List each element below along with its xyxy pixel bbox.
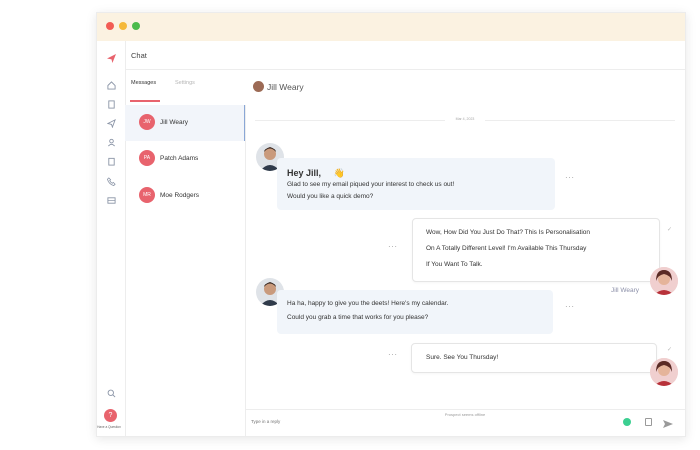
tab-settings[interactable]: Settings [175,80,195,86]
date-divider [485,120,675,121]
tab-messages[interactable]: Messages [131,80,156,86]
app-window: ? Have a Question Chat Messages Settings… [96,12,686,437]
page-header: Chat [125,41,685,70]
attachment-icon[interactable] [645,418,652,426]
message-line: Glad to see my email piqued your interes… [287,181,455,188]
message-line: Sure. See You Thursday! [426,354,499,361]
user-icon[interactable] [104,135,118,149]
maximize-window-button[interactable] [132,22,140,30]
page-title: Chat [131,51,147,60]
chat-contact-name: Jill Weary [267,82,304,92]
message-line: If You Want To Talk. [426,261,483,268]
message-options-button[interactable]: ··· [565,173,575,182]
message-bubble-outgoing: Wow, How Did You Just Do That? This Is P… [412,218,660,282]
contact-avatar [650,267,678,295]
ask-question-label: Have a Question [97,425,121,429]
phone-icon[interactable] [104,174,118,188]
avatar: PA [139,150,155,166]
contact-name: Patch Adams [160,155,199,162]
message-line: Ha ha, happy to give you the deets! Here… [287,300,449,307]
home-icon[interactable] [104,78,118,92]
message-bubble-incoming: Ha ha, happy to give you the deets! Here… [277,290,553,334]
contact-item-patch-adams[interactable]: PA Patch Adams [125,141,244,177]
tab-bar: Messages Settings [125,70,245,105]
message-line: Would you like a quick demo? [287,193,374,200]
read-check-icon: ✓ [667,347,673,353]
message-options-button[interactable]: ··· [388,242,398,251]
online-status-icon [623,418,631,426]
contact-item-jill-weary[interactable]: JW Jill Weary [125,105,245,141]
contact-name: Jill Weary [160,119,189,126]
window-titlebar [97,13,685,41]
message-line: Wow, How Did You Just Do That? This Is P… [426,229,591,236]
inbox-icon[interactable] [104,193,118,207]
chat-panel: Jill Weary Mar 4, 2023 Hey Jill, 👋 Glad … [245,70,685,436]
contact-name: Moe Rodgers [160,192,200,199]
message-options-button[interactable]: ··· [565,302,575,311]
read-check-icon: ✓ [667,227,673,233]
chat-header: Jill Weary [245,70,685,98]
waving-hand-icon: 👋 [333,168,345,178]
document-icon[interactable] [104,97,118,111]
message-options-button[interactable]: ··· [388,350,398,359]
message-line: On A Totally Different Level! I'm Availa… [426,245,587,252]
date-divider [255,120,445,121]
message-greeting: Hey Jill, [287,168,322,178]
active-tab-indicator [130,100,160,102]
message-composer [245,409,685,436]
contact-item-moe-rodgers[interactable]: MR Moe Rodgers [125,178,244,214]
search-icon[interactable] [104,386,118,400]
message-sender-name: Jill Weary [611,287,640,294]
message-bubble-incoming: Hey Jill, 👋 Glad to see my email piqued … [277,158,555,210]
contact-list: JW Jill Weary PA Patch Adams MR Moe Rodg… [125,105,246,436]
send-icon[interactable] [104,116,118,130]
reply-input[interactable] [249,418,503,425]
date-label: Mar 4, 2023 [445,117,485,121]
avatar: JW [139,114,155,130]
close-window-button[interactable] [106,22,114,30]
help-icon[interactable]: ? [104,409,117,422]
avatar: MR [139,187,155,203]
message-line: Could you grab a time that works for you… [287,314,429,321]
contact-avatar [650,358,678,386]
minimize-window-button[interactable] [119,22,127,30]
nav-rail: ? Have a Question [97,41,126,436]
send-logo-icon[interactable] [104,51,118,65]
contact-avatar [253,81,264,92]
send-button[interactable] [663,416,673,434]
message-bubble-outgoing: Sure. See You Thursday! [411,343,657,373]
clipboard-icon[interactable] [104,154,118,168]
